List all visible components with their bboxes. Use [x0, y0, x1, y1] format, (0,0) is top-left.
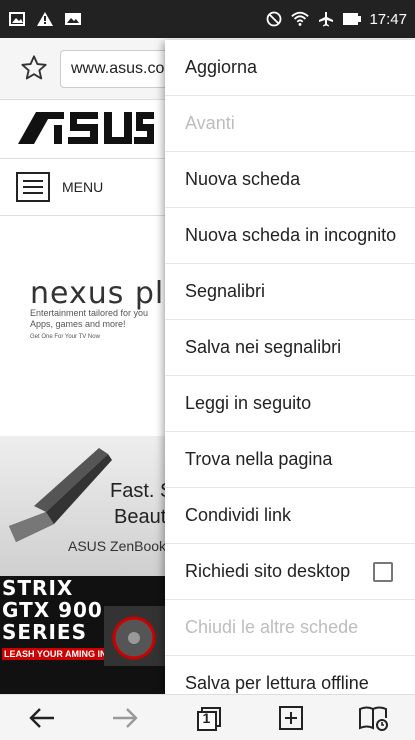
zenbook-line1: Fast. S [110, 480, 170, 502]
menu-item-label: Richiedi sito desktop [185, 561, 351, 581]
menu-item-label: Chiudi le altre schede [185, 617, 359, 637]
nexus-small-text: Get One For Your TV Now [30, 334, 100, 340]
site-menu-label: MENU [62, 179, 104, 195]
menu-item-label: Aggiorna [185, 57, 258, 77]
menu-item-chiudi-altre-schede: Chiudi le altre schede [165, 600, 415, 656]
strix-line1: STRIX [2, 576, 74, 600]
menu-item-label: Avanti [185, 113, 235, 133]
asus-logo[interactable] [14, 110, 154, 146]
menu-item-richiedi-sito-desktop[interactable]: Richiedi sito desktop [165, 544, 415, 600]
image-notification-icon [64, 11, 82, 27]
menu-item-aggiorna[interactable]: Aggiorna [165, 40, 415, 96]
menu-item-label: Trova nella pagina [185, 449, 333, 469]
desktop-site-checkbox[interactable] [373, 562, 393, 582]
site-menu-button[interactable]: MENU [0, 158, 170, 216]
do-not-disturb-icon [265, 11, 283, 27]
menu-item-label: Salva nei segnalibri [185, 337, 342, 357]
menu-item-trova-nella-pagina[interactable]: Trova nella pagina [165, 432, 415, 488]
menu-item-label: Nuova scheda in incognito [185, 225, 397, 245]
tab-count: 1 [202, 709, 211, 726]
menu-item-label: Leggi in seguito [185, 393, 312, 413]
tabs-icon[interactable]: 1 [188, 698, 228, 738]
zenbook-banner[interactable]: Fast. S Beauti ASUS ZenBook [0, 436, 170, 576]
menu-item-label: Condividi link [185, 505, 292, 525]
status-bar: 17:47 [0, 0, 415, 38]
bottom-navigation-bar: 1 [0, 694, 415, 740]
hamburger-icon [16, 172, 50, 202]
menu-item-label: Salva per lettura offline [185, 673, 369, 693]
menu-item-salva-lettura-offline[interactable]: Salva per lettura offline [165, 656, 415, 694]
menu-item-condividi-link[interactable]: Condividi link [165, 488, 415, 544]
menu-item-nuova-scheda[interactable]: Nuova scheda [165, 152, 415, 208]
menu-item-segnalibri[interactable]: Segnalibri [165, 264, 415, 320]
nexus-player-banner[interactable]: nexus playe Entertainment tailored for y… [0, 216, 221, 436]
system-status: 17:47 [265, 11, 407, 28]
notification-icons [8, 11, 82, 27]
menu-item-nuova-scheda-incognito[interactable]: Nuova scheda in incognito [165, 208, 415, 264]
wifi-icon [291, 11, 310, 27]
warning-icon [36, 11, 54, 27]
airplane-mode-icon [317, 11, 335, 27]
zenbook-line2: Beauti [114, 506, 170, 528]
back-arrow-icon[interactable] [22, 698, 62, 738]
star-icon[interactable] [20, 54, 48, 82]
url-text: www.asus.co [71, 60, 165, 77]
new-tab-icon[interactable] [271, 698, 311, 738]
menu-item-salva-nei-segnalibri[interactable]: Salva nei segnalibri [165, 320, 415, 376]
battery-icon [343, 11, 362, 27]
menu-item-leggi-in-seguito[interactable]: Leggi in seguito [165, 376, 415, 432]
strix-banner[interactable]: STRIX GTX 900 SERIES LEASH YOUR AMING IN… [0, 576, 170, 694]
menu-item-avanti: Avanti [165, 96, 415, 152]
bookmarks-icon[interactable] [354, 698, 394, 738]
laptop-image [9, 448, 112, 542]
strix-line3: SERIES [2, 620, 87, 644]
overflow-menu: Aggiorna Avanti Nuova scheda Nuova sched… [165, 40, 415, 694]
nexus-subtitle: Entertainment tailored for you Apps, gam… [30, 308, 149, 329]
clock: 17:47 [369, 10, 407, 28]
strix-line2: GTX 900 [2, 598, 103, 622]
forward-arrow-icon[interactable] [105, 698, 145, 738]
menu-item-label: Segnalibri [185, 281, 266, 301]
gallery-notification-icon [8, 11, 26, 27]
menu-item-label: Nuova scheda [185, 169, 301, 189]
zenbook-brand: ASUS ZenBook [68, 538, 167, 554]
graphics-card-image [104, 606, 166, 666]
